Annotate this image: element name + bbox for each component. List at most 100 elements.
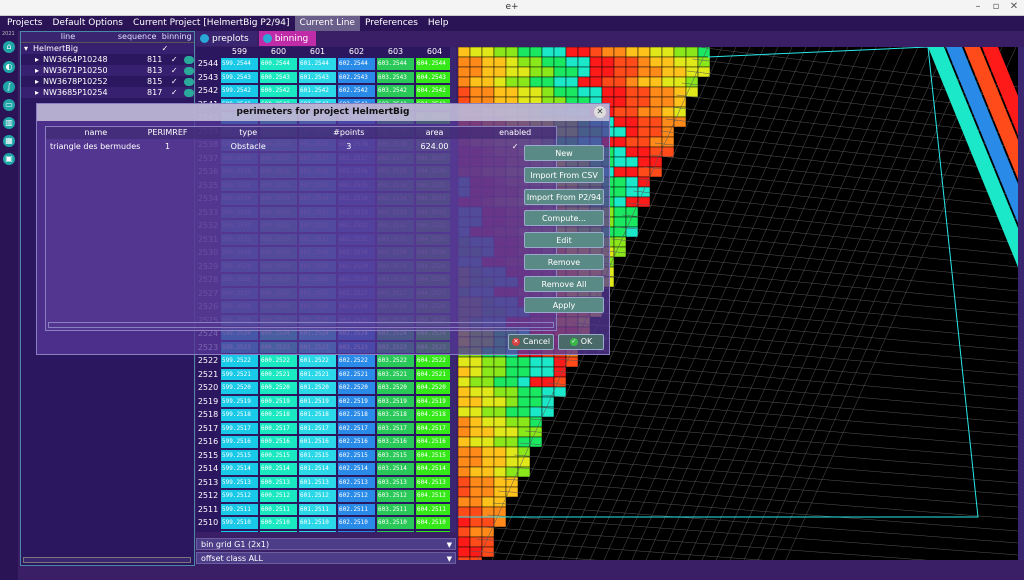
grid-cell[interactable]: 601.2509 [298,529,337,532]
grid-cell[interactable]: 603.2543 [376,70,415,84]
grid-row-header[interactable]: 2509 [196,529,220,532]
grid-cell[interactable]: 600.2510 [259,516,298,530]
grid-cell[interactable]: 600.2521 [259,367,298,381]
grid-cell[interactable]: 601.2520 [298,381,337,395]
menu-item-current-line[interactable]: Current Line [294,16,360,31]
tree-line-item[interactable]: ▸ NW3671P10250 813 ✓ [21,65,194,76]
tree-line-check[interactable]: ✓ [168,55,180,64]
menu-item-projects[interactable]: Projects [2,16,47,31]
grid-cell[interactable]: 602.2515 [337,448,376,462]
grid-row-header[interactable]: 2516 [196,435,220,449]
grid-cell[interactable]: 602.2512 [337,489,376,503]
grid-row-header[interactable]: 2522 [196,354,220,368]
grid-row-header[interactable]: 2519 [196,394,220,408]
grid-row-header[interactable]: 2521 [196,367,220,381]
grid-cell[interactable]: 600.2520 [259,381,298,395]
grid-cell[interactable]: 599.2512 [220,489,259,503]
lock-icon[interactable]: ⌂ [3,41,15,53]
save-icon[interactable]: ▣ [3,153,15,165]
tree-horizontal-scrollbar[interactable] [23,557,191,563]
grid-cell[interactable]: 599.2518 [220,408,259,422]
grid-column-599[interactable]: 599 [220,47,259,57]
grid-row-header[interactable]: 2520 [196,381,220,395]
bin-grid-select[interactable]: bin grid G1 (2x1) ▼ [196,538,456,550]
grid-row-header[interactable]: 2518 [196,408,220,422]
col-name[interactable]: name [46,127,142,139]
grid-cell[interactable]: 604.2544 [415,57,454,71]
grid-cell[interactable]: 604.2517 [415,421,454,435]
grid-cell[interactable]: 602.2542 [337,84,376,98]
grid-cell[interactable]: 602.2543 [337,70,376,84]
grid-cell[interactable]: 602.2517 [337,421,376,435]
grid-cell[interactable]: 603.2509 [376,529,415,532]
binning-indicator-icon[interactable] [184,55,194,64]
grid-cell[interactable]: 604.2518 [415,408,454,422]
screen-icon[interactable]: ▭ [3,99,15,111]
col-area[interactable]: area [395,127,475,139]
binning-indicator-icon[interactable] [184,77,194,86]
grid-cell[interactable]: 604.2509 [415,529,454,532]
grid-cell[interactable]: 600.2514 [259,462,298,476]
grid-cell[interactable]: 604.2512 [415,489,454,503]
grid-cell[interactable]: 603.2516 [376,435,415,449]
grid-cell[interactable]: 603.2510 [376,516,415,530]
grid-cell[interactable]: 602.2511 [337,502,376,516]
grid-cell[interactable]: 604.2542 [415,84,454,98]
grid-icon[interactable]: ▦ [3,135,15,147]
grid-cell[interactable]: 599.2513 [220,475,259,489]
tree-line-item[interactable]: ▸ NW3664P10248 811 ✓ [21,54,194,65]
tree-line-check[interactable]: ✓ [168,77,180,86]
tab-binning[interactable]: binning [258,31,317,46]
new-button[interactable]: New [524,145,604,161]
grid-cell[interactable]: 604.2511 [415,502,454,516]
grid-cell[interactable]: 600.2512 [259,489,298,503]
grid-row-header[interactable]: 2514 [196,462,220,476]
grid-cell[interactable]: 601.2544 [298,57,337,71]
grid-cell[interactable]: 601.2511 [298,502,337,516]
cancel-button[interactable]: ✕ Cancel [508,334,554,350]
grid-column-603[interactable]: 603 [376,47,415,57]
tab-preplots[interactable]: preplots [196,31,257,46]
col-type[interactable]: type [193,127,303,139]
grid-column-600[interactable]: 600 [259,47,298,57]
chart-icon[interactable]: ▥ [3,117,15,129]
edit-button[interactable]: Edit [524,232,604,248]
grid-cell[interactable]: 600.2515 [259,448,298,462]
import-p294-button[interactable]: Import From P2/94 [524,189,604,205]
grid-cell[interactable]: 602.2519 [337,394,376,408]
grid-cell[interactable]: 600.2516 [259,435,298,449]
grid-cell[interactable]: 604.2543 [415,70,454,84]
grid-cell[interactable]: 603.2512 [376,489,415,503]
expand-icon[interactable]: ▾ [21,44,29,53]
tree-line-check[interactable]: ✓ [168,88,180,97]
grid-cell[interactable]: 604.2515 [415,448,454,462]
grid-cell[interactable]: 604.2516 [415,435,454,449]
grid-cell[interactable]: 603.2544 [376,57,415,71]
ok-button[interactable]: ✓ OK [558,334,604,350]
tree-root[interactable]: ▾ HelmertBig ✓ [21,43,194,54]
tree-line-check[interactable]: ✓ [168,66,180,75]
grid-cell[interactable]: 601.2516 [298,435,337,449]
grid-cell[interactable]: 603.2511 [376,502,415,516]
grid-cell[interactable]: 600.2522 [259,354,298,368]
minimize-icon[interactable]: – [970,1,986,12]
offset-class-select[interactable]: offset class ALL ▼ [196,552,456,564]
grid-cell[interactable]: 603.2513 [376,475,415,489]
grid-cell[interactable]: 602.2513 [337,475,376,489]
grid-row-header[interactable]: 2542 [196,84,220,98]
grid-cell[interactable]: 602.2509 [337,529,376,532]
col-points[interactable]: #points [303,127,395,139]
grid-cell[interactable]: 604.2514 [415,462,454,476]
map-vertical-scrollbar[interactable] [1018,47,1024,560]
grid-cell[interactable]: 604.2513 [415,475,454,489]
expand-icon[interactable]: ▸ [21,88,39,97]
grid-row-header[interactable]: 2513 [196,475,220,489]
grid-cell[interactable]: 601.2515 [298,448,337,462]
grid-cell[interactable]: 604.2522 [415,354,454,368]
tree-header-binning[interactable]: binning [159,32,194,42]
grid-cell[interactable]: 599.2515 [220,448,259,462]
grid-cell[interactable]: 601.2514 [298,462,337,476]
tree-line-item[interactable]: ▸ NW3678P10252 815 ✓ [21,76,194,87]
grid-cell[interactable]: 603.2517 [376,421,415,435]
grid-cell[interactable]: 599.2511 [220,502,259,516]
